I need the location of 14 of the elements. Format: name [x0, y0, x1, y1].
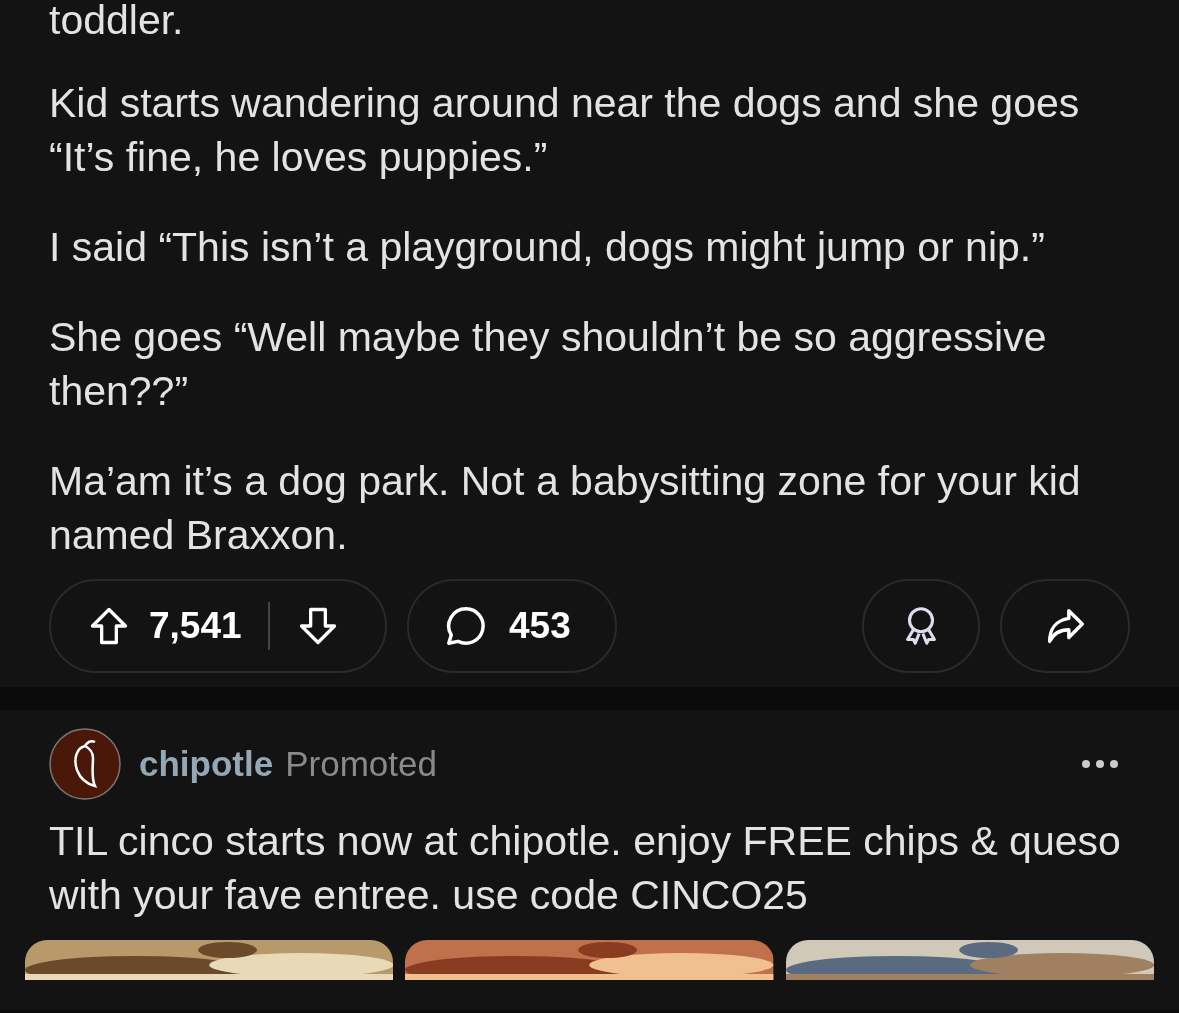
- ad-text: TIL cinco starts now at chipotle. enjoy FREE chips & queso with your fave entree. use code CINCO25: [49, 817, 1122, 920]
- vote-count: 7,541: [149, 604, 242, 649]
- award-button[interactable]: [862, 579, 980, 673]
- post-paragraph: She goes “Well maybe they shouldn’t be so aggressive then??”: [49, 313, 1048, 416]
- post-paragraph: Kid starts wandering around near the dogs and she goes “It’s fine, he loves puppies.”: [49, 79, 1081, 182]
- share-button[interactable]: [1000, 579, 1130, 673]
- post-paragraph: I said “This isn’t a playground, dogs might jump or nip.”: [49, 223, 1046, 272]
- avatar-icon: [49, 728, 121, 800]
- advertiser-name[interactable]: chipotle: [139, 737, 274, 791]
- comments-button[interactable]: 453: [407, 579, 617, 673]
- post-paragraph: toddler.: [49, 0, 185, 40]
- post-paragraph: Ma’am it’s a dog park. Not a babysitting zone for your kid named Braxxon.: [49, 457, 1082, 560]
- more-icon[interactable]: [1080, 758, 1120, 770]
- promoted-label: Promoted: [285, 742, 437, 785]
